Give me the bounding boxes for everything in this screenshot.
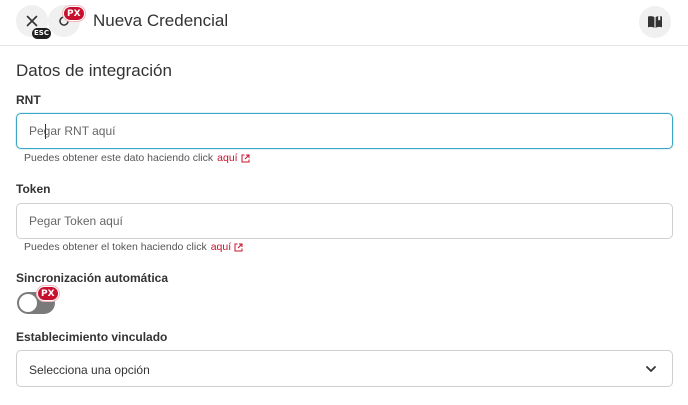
esc-shortcut-badge: ESC (32, 28, 51, 39)
external-link-icon[interactable] (241, 154, 250, 163)
token-hint: Puedes obtener el token haciendo click a… (24, 241, 243, 253)
page-title: Nueva Credencial (93, 11, 229, 30)
help-book-button[interactable] (639, 6, 671, 38)
toggle-knob (19, 294, 37, 312)
establishment-label: Establecimiento vinculado (16, 330, 168, 344)
text-caret (45, 124, 46, 139)
chevron-down-icon (644, 362, 658, 376)
px-badge: PX (37, 286, 59, 301)
rnt-input[interactable] (17, 114, 672, 148)
establishment-select[interactable]: Selecciona una opción (16, 350, 673, 387)
sync-label: Sincronización automática (16, 271, 169, 285)
rnt-hint-link[interactable]: aquí (217, 152, 237, 164)
select-value: Selecciona una opción (29, 363, 150, 377)
rnt-label: RNT (16, 93, 41, 107)
token-hint-link[interactable]: aquí (211, 241, 231, 253)
book-icon (647, 15, 663, 29)
token-hint-text: Puedes obtener el token haciendo click (24, 241, 207, 253)
rnt-hint-text: Puedes obtener este dato haciendo click (24, 152, 214, 164)
rnt-field[interactable] (16, 113, 673, 149)
rnt-hint: Puedes obtener este dato haciendo click … (24, 152, 250, 164)
close-icon (26, 15, 38, 27)
header-bar: ESC PX Nueva Credencial (0, 0, 688, 46)
token-label: Token (16, 182, 51, 196)
px-badge: PX (63, 6, 85, 21)
token-input[interactable] (17, 204, 672, 238)
external-link-icon[interactable] (234, 243, 243, 252)
section-title: Datos de integración (16, 61, 172, 80)
token-field[interactable] (16, 203, 673, 239)
